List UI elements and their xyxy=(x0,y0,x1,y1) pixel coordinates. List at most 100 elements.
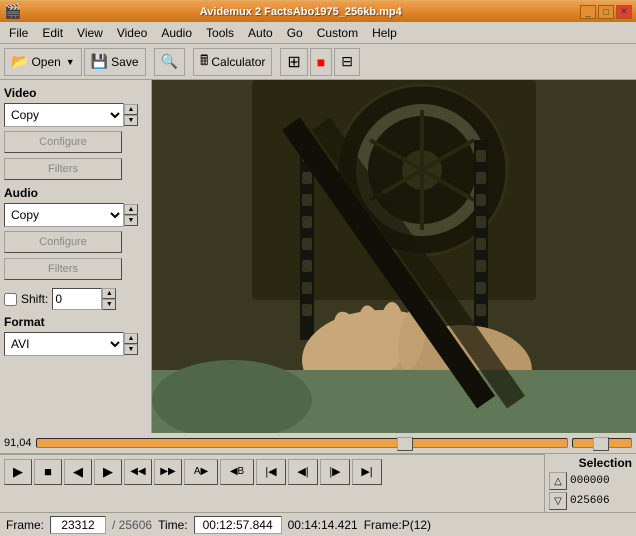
segments-button[interactable]: ⊟ xyxy=(334,48,360,76)
menu-edit[interactable]: Edit xyxy=(35,24,70,42)
prev-frame-icon: ◀ xyxy=(73,464,83,480)
minimize-button[interactable]: _ xyxy=(580,5,596,19)
audio-filters-button: Filters xyxy=(4,258,122,280)
format-up[interactable]: ▲ xyxy=(124,333,138,344)
shift-down[interactable]: ▼ xyxy=(102,299,116,310)
format-down[interactable]: ▼ xyxy=(124,344,138,355)
save-button[interactable]: 💾 Save xyxy=(84,48,146,76)
end-time: 00:14:14.421 xyxy=(288,518,358,532)
app-icon: 🎬 xyxy=(4,3,21,20)
selection-a-value: 000000 xyxy=(570,475,610,487)
selection-b-row: ▽ 025606 xyxy=(549,492,632,510)
fast-forward-button[interactable]: ▶▶ xyxy=(154,459,182,485)
menu-go[interactable]: Go xyxy=(280,24,310,42)
video-filters-button: Filters xyxy=(4,158,122,180)
shift-input[interactable] xyxy=(52,288,102,310)
selection-b-icon: ▽ xyxy=(554,496,562,507)
save-label: Save xyxy=(111,55,138,69)
play-icon: ▶ xyxy=(13,464,23,480)
selection-a-row: △ 000000 xyxy=(549,472,632,490)
format-section-label: Format xyxy=(4,315,147,329)
go-prev-key-icon: ◀| xyxy=(297,465,308,478)
menu-auto[interactable]: Auto xyxy=(241,24,280,42)
prev-frame-button[interactable]: ◀ xyxy=(64,459,92,485)
display-button[interactable]: ⊞ xyxy=(280,48,307,76)
menubar: File Edit View Video Audio Tools Auto Go… xyxy=(0,22,636,44)
next-frame-button[interactable]: ▶ xyxy=(94,459,122,485)
statusbar: Frame: / 25606 Time: 00:14:14.421 Frame:… xyxy=(0,512,636,536)
time-input[interactable] xyxy=(194,516,282,534)
seek-track[interactable] xyxy=(36,438,568,448)
left-panel: Video Copy MPEG-4 AVC MPEG-4 ASP ▲ ▼ Con… xyxy=(0,80,152,433)
open-dropdown-icon[interactable]: ▼ xyxy=(66,57,75,67)
mark-b-button[interactable]: ◀B xyxy=(220,459,254,485)
audio-codec-select[interactable]: Copy AAC MP3 xyxy=(4,203,124,227)
selection-title: Selection xyxy=(549,456,632,470)
video-codec-select[interactable]: Copy MPEG-4 AVC MPEG-4 ASP xyxy=(4,103,124,127)
frame-info: Frame:P(12) xyxy=(364,518,431,532)
audio-section-label: Audio xyxy=(4,186,147,200)
audio-codec-up[interactable]: ▲ xyxy=(124,204,138,215)
go-start-icon: |◀ xyxy=(265,465,276,478)
red-square-button[interactable]: ■ xyxy=(310,48,332,76)
audio-codec-down[interactable]: ▼ xyxy=(124,215,138,226)
rewind-button[interactable]: ◀◀ xyxy=(124,459,152,485)
go-prev-key-button[interactable]: ◀| xyxy=(288,459,318,485)
shift-up[interactable]: ▲ xyxy=(102,288,116,299)
stop-icon: ■ xyxy=(44,464,52,479)
folder-icon: 📂 xyxy=(11,53,28,70)
stop-button[interactable]: ■ xyxy=(34,459,62,485)
save-icon: 💾 xyxy=(91,53,108,70)
video-preview xyxy=(152,80,636,433)
go-end-button[interactable]: ▶| xyxy=(352,459,382,485)
close-button[interactable]: ✕ xyxy=(616,5,632,19)
selection-a-icon: △ xyxy=(554,476,562,487)
calculator-icon: 🖩 xyxy=(200,50,208,74)
menu-help[interactable]: Help xyxy=(365,24,404,42)
calculator-button[interactable]: 🖩 Calculator xyxy=(193,48,272,76)
shift-row: Shift: ▲ ▼ xyxy=(4,288,147,310)
video-codec-up[interactable]: ▲ xyxy=(124,104,138,115)
menu-audio[interactable]: Audio xyxy=(154,24,199,42)
main-area: Video Copy MPEG-4 AVC MPEG-4 ASP ▲ ▼ Con… xyxy=(0,80,636,433)
total-frames: / 25606 xyxy=(112,518,152,532)
seek-right-thumb[interactable] xyxy=(593,437,609,451)
selection-b-button[interactable]: ▽ xyxy=(549,492,567,510)
format-row: AVI MP4 MKV ▲ ▼ xyxy=(4,332,147,356)
fast-forward-icon: ▶▶ xyxy=(160,466,175,477)
zoom-button[interactable]: 🔍 xyxy=(154,48,185,76)
toolbar: 📂 Open ▼ 💾 Save 🔍 🖩 Calculator ⊞ ■ ⊟ xyxy=(0,44,636,80)
video-codec-row: Copy MPEG-4 AVC MPEG-4 ASP ▲ ▼ xyxy=(4,103,147,127)
titlebar: 🎬 Avidemux 2 FactsAbo1975_256kb.mp4 _ □ … xyxy=(0,0,636,22)
open-button[interactable]: 📂 Open ▼ xyxy=(4,48,82,76)
selection-a-button[interactable]: △ xyxy=(549,472,567,490)
frame-input[interactable] xyxy=(50,516,106,534)
shift-label: Shift: xyxy=(21,292,48,306)
controls-bar: ▶ ■ ◀ ▶ ◀◀ ▶▶ A▶ ◀B |◀ ◀| |▶ xyxy=(0,454,544,488)
selection-b-value: 025606 xyxy=(570,495,610,507)
seek-right-track[interactable] xyxy=(572,438,632,448)
format-select[interactable]: AVI MP4 MKV xyxy=(4,332,124,356)
selection-panel: Selection △ 000000 ▽ 025606 xyxy=(544,454,636,512)
go-next-key-button[interactable]: |▶ xyxy=(320,459,350,485)
red-square-icon: ■ xyxy=(317,54,325,70)
shift-checkbox[interactable] xyxy=(4,293,17,306)
video-frame xyxy=(152,80,636,433)
menu-custom[interactable]: Custom xyxy=(310,24,365,42)
audio-configure-button: Configure xyxy=(4,231,122,253)
menu-file[interactable]: File xyxy=(2,24,35,42)
seek-thumb[interactable] xyxy=(397,437,413,451)
mark-a-button[interactable]: A▶ xyxy=(184,459,218,485)
go-end-icon: ▶| xyxy=(361,465,372,478)
go-start-button[interactable]: |◀ xyxy=(256,459,286,485)
menu-view[interactable]: View xyxy=(70,24,110,42)
open-label: Open xyxy=(31,55,60,69)
display-icon: ⊞ xyxy=(287,52,300,72)
maximize-button[interactable]: □ xyxy=(598,5,614,19)
play-back-button[interactable]: ▶ xyxy=(4,459,32,485)
menu-tools[interactable]: Tools xyxy=(199,24,241,42)
menu-video[interactable]: Video xyxy=(110,24,154,42)
video-codec-down[interactable]: ▼ xyxy=(124,115,138,126)
video-section-label: Video xyxy=(4,86,147,100)
audio-codec-row: Copy AAC MP3 ▲ ▼ xyxy=(4,203,147,227)
